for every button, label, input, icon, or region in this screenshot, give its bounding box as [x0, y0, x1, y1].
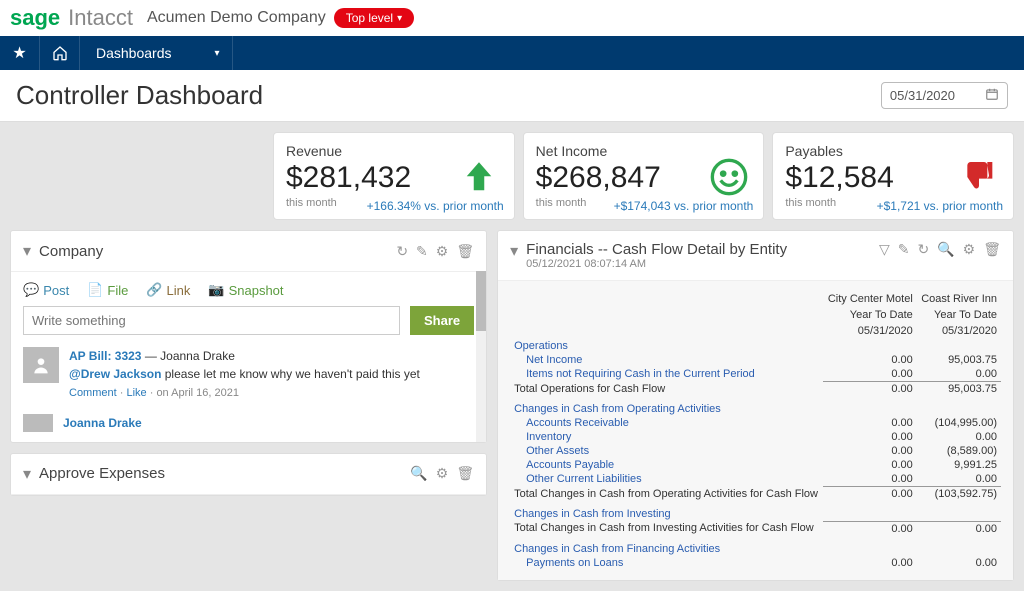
edit-icon[interactable]: ✎ [898, 241, 910, 258]
gear-icon[interactable]: ⚙ [436, 465, 449, 482]
chevron-down-icon[interactable]: ▾ [23, 464, 31, 484]
feed-mention[interactable]: @Drew Jackson [69, 367, 161, 381]
smile-icon [709, 157, 749, 202]
avatar [23, 347, 59, 383]
panel-title: Approve Expenses [39, 465, 402, 482]
edit-icon[interactable]: ✎ [416, 243, 428, 260]
top-level-button[interactable]: Top level ▾ [334, 8, 414, 28]
company-panel: ▾ Company ↻ ✎ ⚙ 🗑 💬 Post 📄 File 🔗 Link 📷… [10, 230, 487, 443]
panel-timestamp: 05/12/2021 08:07:14 AM [526, 258, 871, 270]
chevron-down-icon: ▾ [214, 48, 219, 59]
gear-icon[interactable]: ⚙ [436, 243, 449, 260]
feed-author: Joanna Drake [160, 349, 235, 363]
trash-icon[interactable]: 🗑 [456, 243, 474, 260]
filter-icon[interactable]: ▽ [879, 241, 890, 258]
feed-date: on April 16, 2021 [156, 387, 239, 399]
chevron-down-icon[interactable]: ▾ [23, 241, 31, 261]
kpi-revenue: Revenue $281,432 this month +166.34% vs.… [273, 132, 515, 220]
tab-snapshot[interactable]: 📷 Snapshot [208, 282, 283, 298]
page-title: Controller Dashboard [16, 80, 263, 111]
kpi-net-income: Net Income $268,847 this month +$174,043… [523, 132, 765, 220]
nav-dashboards[interactable]: Dashboards ▾ [80, 36, 233, 70]
nav-label: Dashboards [96, 45, 172, 61]
search-icon[interactable]: 🔍 [937, 241, 954, 258]
top-bar: sage Intacct Acumen Demo Company Top lev… [0, 0, 1024, 36]
logo-sage: sage [10, 5, 60, 31]
post-input[interactable] [23, 306, 400, 335]
date-value: 05/31/2020 [890, 88, 955, 103]
logo-intacct: Intacct [68, 5, 133, 31]
feed-item: Joanna Drake [23, 414, 474, 432]
chevron-down-icon[interactable]: ▾ [510, 241, 518, 261]
chevron-down-icon: ▾ [397, 13, 402, 24]
panel-title: Company [39, 243, 388, 260]
share-button[interactable]: Share [410, 306, 474, 335]
approve-expenses-panel: ▾ Approve Expenses 🔍 ⚙ 🗑 [10, 453, 487, 496]
main-nav: ★ Dashboards ▾ [0, 36, 1024, 70]
top-level-label: Top level [346, 11, 393, 25]
tab-file[interactable]: 📄 File [87, 282, 128, 298]
kpi-payables: Payables $12,584 this month +$1,721 vs. … [772, 132, 1014, 220]
date-picker[interactable]: 05/31/2020 [881, 82, 1008, 109]
star-icon[interactable]: ★ [0, 36, 40, 70]
tab-link[interactable]: 🔗 Link [146, 282, 190, 298]
avatar [23, 414, 53, 432]
scrollbar[interactable] [476, 271, 486, 442]
gear-icon[interactable]: ⚙ [963, 241, 976, 258]
page-header: Controller Dashboard 05/31/2020 [0, 70, 1024, 122]
cashflow-table: City Center MotelCoast River Inn Year To… [510, 291, 1001, 570]
arrow-up-icon [458, 157, 500, 204]
refresh-icon[interactable]: ↻ [917, 241, 929, 258]
trash-icon[interactable]: 🗑 [983, 241, 1001, 258]
cashflow-panel: ▾ Financials -- Cash Flow Detail by Enti… [497, 230, 1014, 581]
company-name: Acumen Demo Company [147, 9, 326, 27]
thumbs-down-icon [959, 157, 999, 202]
kpi-row: Revenue $281,432 this month +166.34% vs.… [10, 132, 1014, 220]
like-link[interactable]: Like [126, 387, 146, 399]
home-icon[interactable] [40, 36, 80, 70]
feed-item: AP Bill: 3323 — Joanna Drake @Drew Jacks… [23, 347, 474, 402]
calendar-icon [985, 87, 999, 104]
feed-author[interactable]: Joanna Drake [63, 416, 142, 430]
trash-icon[interactable]: 🗑 [456, 465, 474, 482]
panel-title: Financials -- Cash Flow Detail by Entity [526, 241, 871, 258]
comment-link[interactable]: Comment [69, 387, 117, 399]
refresh-icon[interactable]: ↻ [396, 243, 408, 260]
search-icon[interactable]: 🔍 [410, 465, 427, 482]
tab-post[interactable]: 💬 Post [23, 282, 69, 298]
feed-text: please let me know why we haven't paid t… [161, 367, 419, 381]
feed-title[interactable]: AP Bill: 3323 [69, 349, 141, 363]
content: ▾ Company ↻ ✎ ⚙ 🗑 💬 Post 📄 File 🔗 Link 📷… [0, 220, 1024, 591]
